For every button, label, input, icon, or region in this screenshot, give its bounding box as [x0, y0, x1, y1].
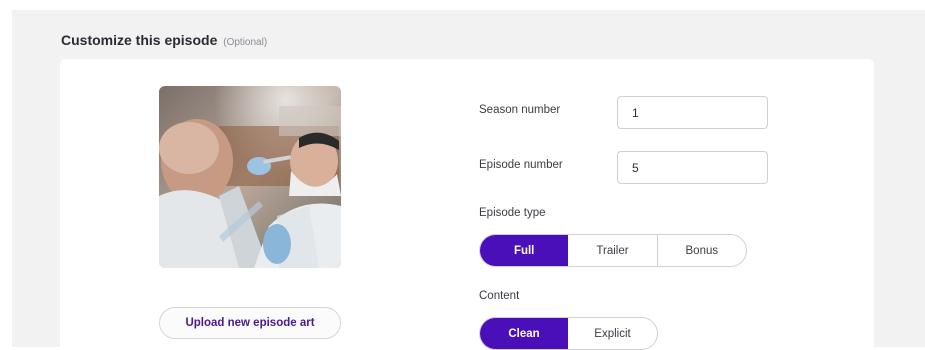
section-title-text: Customize this episode: [61, 32, 218, 48]
episode-art-photo-icon: [159, 86, 341, 268]
episode-type-label: Episode type: [479, 207, 546, 219]
episode-type-bonus-option[interactable]: Bonus: [656, 235, 746, 266]
upload-episode-art-button[interactable]: Upload new episode art: [159, 307, 341, 339]
page-background: Customize this episode (Optional) Upload…: [12, 10, 925, 350]
content-rating-selector: Clean Explicit: [479, 317, 658, 350]
season-number-label: Season number: [479, 104, 561, 116]
season-number-input[interactable]: [617, 96, 768, 129]
episode-number-input[interactable]: [617, 151, 768, 184]
section-title: Customize this episode (Optional): [61, 32, 267, 48]
episode-type-full-option[interactable]: Full: [480, 235, 569, 266]
content-explicit-option[interactable]: Explicit: [568, 318, 657, 349]
episode-number-label: Episode number: [479, 159, 563, 171]
optional-note: (Optional): [223, 37, 268, 48]
content-label: Content: [479, 290, 520, 302]
customize-card: Upload new episode art Season number Epi…: [60, 59, 874, 350]
episode-art: [159, 86, 341, 268]
content-clean-option[interactable]: Clean: [480, 318, 568, 349]
episode-type-selector: Full Trailer Bonus: [479, 234, 747, 267]
episode-type-trailer-option[interactable]: Trailer: [568, 235, 656, 266]
